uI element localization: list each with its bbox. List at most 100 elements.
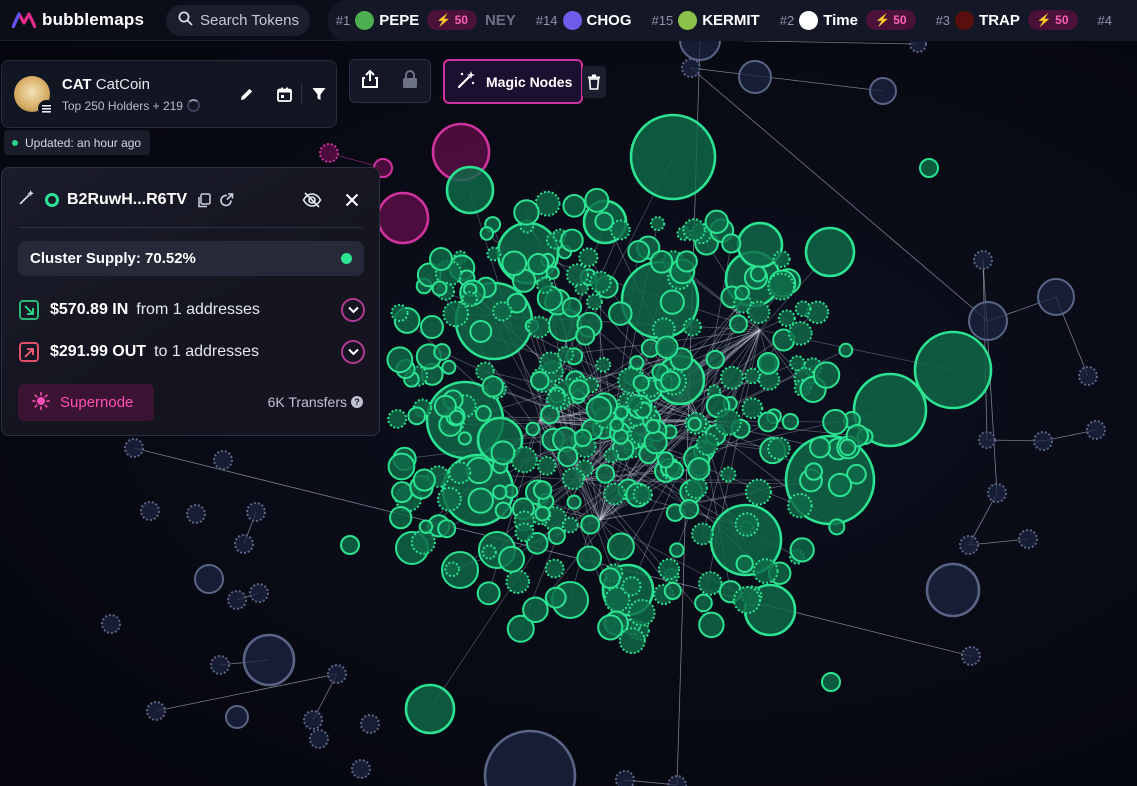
holder-bubble-cluster[interactable] bbox=[625, 393, 644, 412]
holder-bubble-cluster[interactable] bbox=[536, 276, 554, 294]
holder-bubble-cluster[interactable] bbox=[756, 352, 780, 375]
copy-icon[interactable] bbox=[193, 189, 215, 211]
holder-bubble-cluster[interactable] bbox=[505, 569, 531, 595]
holder-bubble[interactable] bbox=[227, 590, 247, 610]
holder-bubble-cluster[interactable] bbox=[479, 226, 495, 241]
holder-bubble-cluster[interactable] bbox=[691, 522, 714, 546]
holder-bubble[interactable] bbox=[1033, 431, 1053, 451]
holder-bubble-cluster[interactable] bbox=[586, 293, 603, 311]
holder-bubble-cluster[interactable] bbox=[490, 440, 516, 466]
holder-bubble[interactable] bbox=[186, 504, 206, 524]
holder-bubble-cluster[interactable] bbox=[441, 359, 457, 375]
external-link-icon[interactable] bbox=[215, 189, 237, 211]
ticker-item-4[interactable]: #4 bbox=[1098, 13, 1117, 28]
ticker-item-trap[interactable]: #3 TRAP ⚡ 50 bbox=[936, 10, 1078, 30]
holder-bubble[interactable] bbox=[959, 535, 979, 555]
holder-bubble-cluster[interactable] bbox=[494, 501, 513, 520]
holder-bubble-cluster[interactable] bbox=[536, 456, 557, 476]
holder-bubble-cluster[interactable] bbox=[481, 544, 497, 560]
holder-bubble[interactable] bbox=[303, 710, 323, 730]
holder-bubble-cluster[interactable] bbox=[684, 476, 708, 500]
holder-bubble-cluster[interactable] bbox=[595, 356, 612, 373]
holder-bubble-cluster[interactable] bbox=[575, 325, 596, 346]
holder-bubble-cluster[interactable] bbox=[510, 446, 538, 474]
edit-button[interactable] bbox=[229, 77, 263, 111]
holder-bubble-cluster[interactable] bbox=[475, 405, 492, 422]
holder-bubble-cluster[interactable] bbox=[752, 558, 779, 585]
holder-bubble-cluster[interactable] bbox=[809, 436, 831, 459]
holder-bubble-cluster[interactable] bbox=[433, 343, 451, 361]
holder-bubble-cluster[interactable] bbox=[608, 301, 633, 326]
holder-bubble-cluster[interactable] bbox=[437, 519, 457, 539]
holder-bubble-cluster[interactable] bbox=[444, 561, 461, 578]
holder-bubble[interactable] bbox=[987, 483, 1007, 503]
holder-bubble-cluster[interactable] bbox=[720, 466, 737, 483]
holder-bubble-cluster[interactable] bbox=[789, 537, 815, 563]
ticker-item-ney[interactable]: NEY bbox=[485, 12, 516, 29]
holder-bubble-cluster[interactable] bbox=[704, 209, 729, 234]
holder-bubble[interactable] bbox=[101, 614, 121, 634]
holder-bubble[interactable] bbox=[327, 664, 347, 684]
holder-bubble-cluster[interactable] bbox=[618, 627, 646, 655]
holder-bubble-cluster[interactable] bbox=[492, 484, 508, 500]
holder-bubble-cluster[interactable] bbox=[589, 270, 612, 294]
holder-bubble-cluster[interactable] bbox=[391, 481, 413, 504]
search-tokens-input[interactable]: Search Tokens bbox=[166, 4, 310, 36]
holder-bubble-cluster[interactable] bbox=[603, 447, 620, 464]
holder-bubble-cluster[interactable] bbox=[694, 593, 713, 613]
holder-bubble-cluster[interactable] bbox=[838, 438, 857, 457]
holder-bubble-cluster[interactable] bbox=[522, 596, 549, 624]
holder-bubble-cluster[interactable] bbox=[821, 672, 841, 692]
holder-bubble-cluster[interactable] bbox=[565, 263, 589, 287]
holder-bubble-cluster[interactable] bbox=[527, 253, 550, 276]
holder-bubble-cluster[interactable] bbox=[442, 300, 470, 328]
supernode-button[interactable]: Supernode bbox=[18, 384, 154, 421]
holder-bubble-cluster[interactable] bbox=[595, 464, 616, 484]
holder-bubble-cluster[interactable] bbox=[705, 349, 725, 370]
holder-bubble-cluster[interactable] bbox=[547, 526, 566, 545]
brand-logo[interactable]: bubblemaps bbox=[11, 10, 162, 30]
holder-bubble-cluster[interactable] bbox=[597, 614, 624, 641]
holder-bubble-cluster[interactable] bbox=[794, 300, 812, 318]
holder-bubble[interactable] bbox=[681, 58, 701, 78]
share-button[interactable] bbox=[361, 69, 379, 94]
ticker-item-kermit[interactable]: #15 KERMIT bbox=[652, 10, 760, 30]
holder-bubble-cluster[interactable] bbox=[735, 554, 754, 574]
holder-bubble-cluster[interactable] bbox=[695, 432, 720, 456]
holder-bubble-cluster[interactable] bbox=[561, 516, 579, 534]
holder-bubble-cluster[interactable] bbox=[465, 456, 493, 485]
holder-bubble-cluster[interactable] bbox=[687, 457, 711, 481]
holder-bubble-cluster[interactable] bbox=[481, 375, 504, 398]
holder-bubble[interactable] bbox=[225, 705, 249, 729]
holder-bubble-cluster[interactable] bbox=[467, 487, 494, 514]
holder-bubble-cluster[interactable] bbox=[544, 586, 567, 609]
holder-bubble[interactable] bbox=[309, 729, 329, 749]
holder-bubble-cluster[interactable] bbox=[389, 505, 413, 530]
holder-bubble-cluster[interactable] bbox=[561, 297, 583, 318]
holder-bubble-cluster[interactable] bbox=[656, 451, 675, 469]
holder-bubble-cluster[interactable] bbox=[603, 482, 626, 506]
holder-bubble-cluster[interactable] bbox=[687, 416, 702, 432]
holder-bubble-cluster[interactable] bbox=[682, 218, 706, 242]
ticker-item-chog[interactable]: #14 CHOG bbox=[536, 10, 632, 30]
holder-bubble-cluster[interactable] bbox=[804, 226, 856, 278]
holder-bubble[interactable] bbox=[1037, 278, 1075, 316]
holder-bubble[interactable] bbox=[1086, 420, 1106, 440]
holder-bubble-cluster[interactable] bbox=[404, 683, 456, 735]
holder-bubble[interactable] bbox=[124, 438, 144, 458]
holder-bubble-cluster[interactable] bbox=[655, 335, 679, 359]
holder-bubble-cluster[interactable] bbox=[448, 409, 465, 426]
holder-bubble-cluster[interactable] bbox=[561, 467, 585, 491]
holder-bubble-cluster[interactable] bbox=[525, 421, 541, 437]
holder-bubble[interactable] bbox=[968, 301, 1008, 341]
holder-bubble-cluster[interactable] bbox=[678, 499, 700, 520]
holder-bubble-cluster[interactable] bbox=[629, 113, 717, 201]
holder-bubble[interactable] bbox=[249, 583, 269, 603]
holder-bubble-cluster[interactable] bbox=[486, 246, 502, 262]
holder-bubble-cluster[interactable] bbox=[476, 581, 501, 606]
holder-bubble-cluster[interactable] bbox=[720, 365, 744, 390]
holder-bubble-cluster[interactable] bbox=[609, 219, 631, 241]
holder-bubble-cluster[interactable] bbox=[714, 408, 742, 436]
holder-bubble-cluster[interactable] bbox=[838, 342, 854, 358]
holder-bubble-cluster[interactable] bbox=[532, 480, 553, 500]
